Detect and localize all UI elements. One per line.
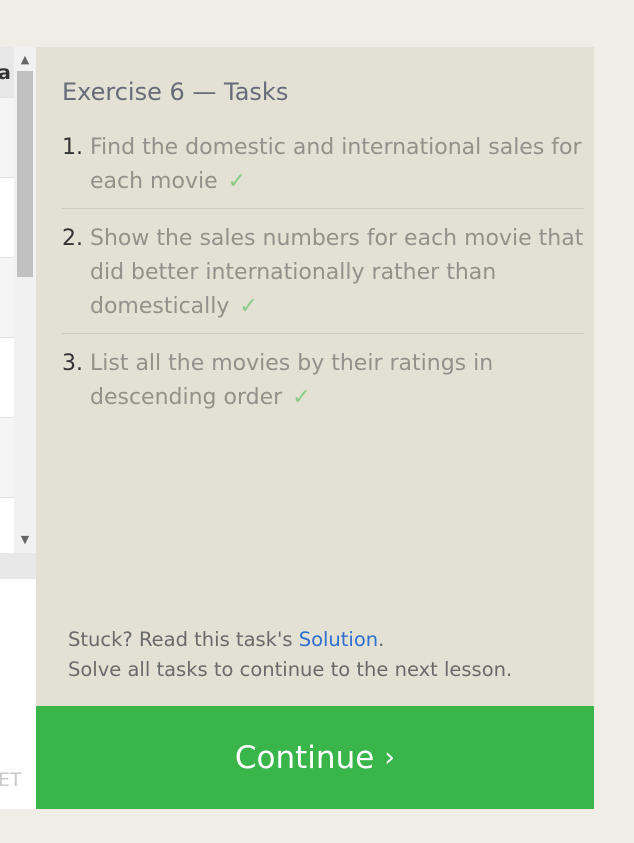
task-item: 3. List all the movies by their ratings … — [62, 347, 584, 424]
results-table — [0, 47, 14, 577]
solution-link[interactable]: Solution — [299, 628, 378, 651]
check-icon: ✓ — [239, 294, 258, 319]
scroll-down-arrow-icon[interactable]: ▼ — [14, 529, 36, 551]
task-item: 1. Find the domestic and international s… — [62, 131, 584, 209]
task-number: 3. — [62, 351, 83, 376]
table-column-header: a — [0, 62, 11, 84]
results-table-panel: a ▲ ▼ ET — [0, 47, 36, 809]
task-text: Find the domestic and international sale… — [90, 135, 582, 194]
task-text: Show the sales numbers for each movie th… — [90, 226, 584, 319]
continue-button[interactable]: Continue › — [36, 706, 594, 809]
table-row — [0, 498, 14, 554]
check-icon: ✓ — [227, 169, 247, 194]
table-row — [0, 258, 14, 338]
vertical-scrollbar[interactable]: ▲ ▼ — [14, 47, 36, 553]
stuck-suffix: . — [378, 628, 385, 651]
continue-hint: Solve all tasks to continue to the next … — [68, 658, 513, 681]
stuck-prefix: Stuck? Read this task's — [68, 628, 299, 651]
reset-button[interactable]: ET — [0, 769, 22, 791]
scroll-thumb[interactable] — [17, 71, 33, 277]
task-list: 1. Find the domestic and international s… — [62, 131, 584, 437]
continue-label: Continue — [234, 739, 375, 776]
table-row — [0, 98, 14, 178]
help-text: Stuck? Read this task's Solution. Solve … — [68, 625, 512, 685]
table-row — [0, 178, 14, 258]
tasks-panel: Exercise 6 — Tasks 1. Find the domestic … — [36, 47, 594, 706]
chevron-right-icon: › — [384, 742, 396, 773]
check-icon: ✓ — [292, 385, 311, 410]
scroll-up-arrow-icon[interactable]: ▲ — [14, 49, 36, 71]
task-number: 1. — [62, 135, 83, 160]
task-number: 2. — [62, 226, 83, 251]
table-row — [0, 418, 14, 498]
task-item: 2. Show the sales numbers for each movie… — [62, 222, 584, 334]
tasks-title: Exercise 6 — Tasks — [62, 78, 289, 106]
horizontal-scrollbar[interactable] — [0, 553, 36, 579]
table-row — [0, 338, 14, 418]
